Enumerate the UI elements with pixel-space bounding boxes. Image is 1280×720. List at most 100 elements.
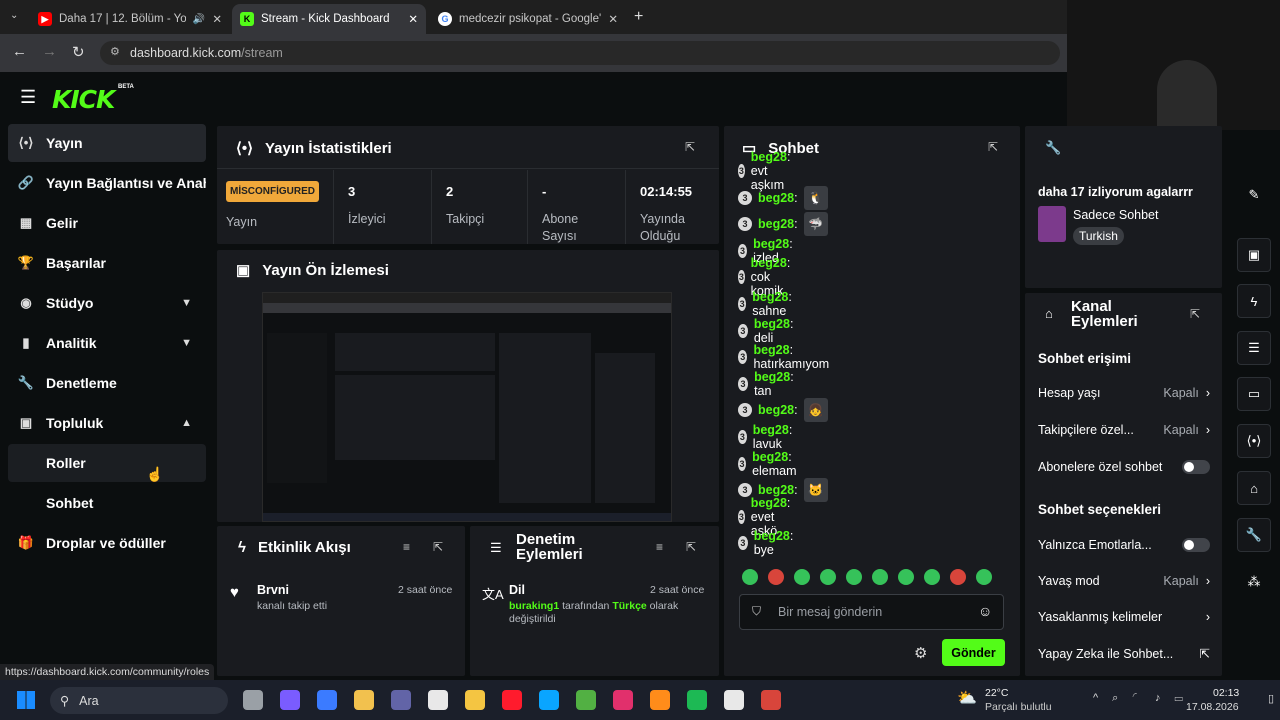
sidebar-subitem-sohbet[interactable]: Sohbet bbox=[8, 484, 206, 522]
new-tab-button[interactable]: + bbox=[634, 8, 643, 26]
preview-rail-button[interactable]: ▣ bbox=[1237, 238, 1271, 272]
chat-username[interactable]: beg28 bbox=[753, 423, 789, 437]
quick-emote-icon[interactable] bbox=[898, 569, 914, 585]
taskbar-app-icon[interactable] bbox=[539, 690, 559, 710]
popout-icon[interactable]: ⇱ bbox=[433, 540, 443, 554]
chat-username[interactable]: beg28 bbox=[754, 529, 790, 543]
filter-icon[interactable]: ≡ bbox=[656, 540, 663, 554]
setting-account-age[interactable]: Hesap yaşı Kapalı › bbox=[1038, 386, 1210, 400]
setting-banned-words[interactable]: Yasaklanmış kelimeler › bbox=[1038, 610, 1210, 624]
filter-icon[interactable]: ≡ bbox=[403, 540, 410, 554]
taskbar-app-icon[interactable] bbox=[354, 690, 374, 710]
send-button[interactable]: Gönder bbox=[942, 639, 1005, 666]
chat-username[interactable]: beg28 bbox=[752, 450, 788, 464]
taskbar-search[interactable]: ⚲ Ara bbox=[50, 687, 228, 714]
tab-google[interactable]: G medcezir psikopat - Google'da ✕ bbox=[430, 4, 626, 34]
taskbar-app-icon[interactable] bbox=[687, 690, 707, 710]
forward-icon[interactable]: → bbox=[42, 43, 57, 60]
quick-emote-icon[interactable] bbox=[820, 569, 836, 585]
sidebar-item-gelir[interactable]: ▦ Gelir bbox=[8, 204, 206, 242]
chat-username[interactable]: beg28 bbox=[758, 217, 794, 231]
quick-emote-icon[interactable] bbox=[976, 569, 992, 585]
sidebar-item-topluluk[interactable]: ▣ Topluluk ▲ bbox=[8, 404, 206, 442]
kick-logo[interactable]: KICK bbox=[52, 85, 115, 114]
taskbar-app-icon[interactable] bbox=[465, 690, 485, 710]
lightning-rail-button[interactable]: ϟ bbox=[1237, 284, 1271, 318]
sidebar-item-basarilar[interactable]: 🏆 Başarılar bbox=[8, 244, 206, 282]
quick-emote-icon[interactable] bbox=[742, 569, 758, 585]
taskbar-app-icon[interactable] bbox=[280, 690, 300, 710]
close-tab-icon[interactable]: ✕ bbox=[608, 12, 618, 26]
chat-username[interactable]: beg28 bbox=[754, 370, 790, 384]
chat-rail-button[interactable]: ▭ bbox=[1237, 377, 1271, 411]
address-bar[interactable]: ⚙ dashboard.kick.com/stream bbox=[100, 41, 1060, 65]
emote-only-toggle[interactable] bbox=[1182, 538, 1210, 552]
quick-emote-icon[interactable] bbox=[794, 569, 810, 585]
category-thumbnail[interactable] bbox=[1038, 206, 1066, 242]
popout-icon[interactable]: ⇱ bbox=[988, 140, 998, 154]
list-rail-button[interactable]: ☰ bbox=[1237, 331, 1271, 365]
menu-icon[interactable]: ☰ bbox=[20, 88, 36, 106]
stream-preview-video[interactable] bbox=[262, 292, 672, 522]
setting-ai-chat[interactable]: Yapay Zeka ile Sohbet... ⇱ bbox=[1038, 646, 1210, 662]
setting-slow-mode[interactable]: Yavaş mod Kapalı › bbox=[1038, 574, 1210, 588]
taskbar-app-icon[interactable] bbox=[502, 690, 522, 710]
notification-icon[interactable]: ▯ bbox=[1268, 692, 1274, 705]
chat-username[interactable]: beg28 bbox=[751, 256, 787, 270]
taskbar-app-icon[interactable] bbox=[613, 690, 633, 710]
sidebar-item-stream-link[interactable]: 🔗 Yayın Bağlantısı ve Anahtarı bbox=[8, 164, 206, 202]
popout-icon[interactable]: ⇱ bbox=[685, 140, 695, 154]
wrench-rail-button[interactable]: 🔧 bbox=[1237, 518, 1271, 552]
chat-username[interactable]: beg28 bbox=[751, 496, 787, 510]
sidebar-item-yayin[interactable]: ⟨•⟩ Yayın bbox=[8, 124, 206, 162]
popout-icon[interactable]: ⇱ bbox=[686, 540, 696, 554]
chat-username[interactable]: beg28 bbox=[758, 191, 794, 205]
taskbar-app-icon[interactable] bbox=[650, 690, 670, 710]
close-tab-icon[interactable]: ✕ bbox=[408, 12, 418, 26]
edit-icon[interactable]: ✎ bbox=[1237, 178, 1271, 212]
taskbar-app-icon[interactable] bbox=[317, 690, 337, 710]
back-icon[interactable]: ← bbox=[12, 43, 27, 60]
category-name[interactable]: Sadece Sohbet bbox=[1073, 208, 1159, 222]
quick-emote-icon[interactable] bbox=[872, 569, 888, 585]
quick-emote-icon[interactable] bbox=[846, 569, 862, 585]
gear-icon[interactable]: ⚙ bbox=[914, 644, 927, 662]
chat-username[interactable]: beg28 bbox=[752, 290, 788, 304]
taskbar-app-icon[interactable] bbox=[576, 690, 596, 710]
close-tab-icon[interactable]: ✕ bbox=[212, 12, 222, 26]
broadcast-rail-button[interactable]: ⟨•⟩ bbox=[1237, 424, 1271, 458]
site-info-icon[interactable]: ⚙ bbox=[110, 45, 120, 58]
sidebar-item-analitik[interactable]: ▮ Analitik ▼ bbox=[8, 324, 206, 362]
popout-icon[interactable]: ⇱ bbox=[1190, 307, 1200, 321]
store-rail-button[interactable]: ⌂ bbox=[1237, 471, 1271, 505]
chat-username[interactable]: beg28 bbox=[754, 317, 790, 331]
sidebar-item-droplar[interactable]: 🎁 Droplar ve ödüller bbox=[8, 524, 206, 562]
taskbar-app-icon[interactable] bbox=[243, 690, 263, 710]
chat-username[interactable]: beg28 bbox=[753, 237, 789, 251]
chat-username[interactable]: beg28 bbox=[753, 343, 789, 357]
tab-list-chevron-icon[interactable]: ⌄ bbox=[10, 10, 18, 21]
taskbar-app-icon[interactable] bbox=[428, 690, 448, 710]
system-tray-icons[interactable]: ^⌕◜♪▭ bbox=[1093, 692, 1197, 705]
quick-emote-icon[interactable] bbox=[950, 569, 966, 585]
taskbar-app-icon[interactable] bbox=[761, 690, 781, 710]
tab-kick-dashboard[interactable]: K Stream - Kick Dashboard ✕ bbox=[232, 4, 426, 34]
chat-username[interactable]: beg28 bbox=[758, 403, 794, 417]
windows-start-icon[interactable] bbox=[17, 691, 35, 709]
subscribers-only-toggle[interactable] bbox=[1182, 460, 1210, 474]
setting-followers-only[interactable]: Takipçilere özel... Kapalı › bbox=[1038, 423, 1210, 437]
chat-username[interactable]: beg28 bbox=[751, 150, 787, 164]
sidebar-subitem-roller[interactable]: Roller bbox=[8, 444, 206, 482]
stream-tag[interactable]: Turkish bbox=[1073, 227, 1124, 245]
tab-youtube[interactable]: ▶ Daha 17 | 12. Bölüm - YouTu 🔊 ✕ bbox=[30, 4, 230, 34]
sidebar-item-denetleme[interactable]: 🔧 Denetleme bbox=[8, 364, 206, 402]
emoji-picker-icon[interactable]: ☺ bbox=[978, 603, 992, 619]
reload-icon[interactable]: ↻ bbox=[72, 43, 85, 61]
chat-input[interactable]: ⛉ Bir mesaj gönderin ☺ bbox=[739, 594, 1004, 630]
sidebar-item-studyo[interactable]: ◉ Stüdyo ▼ bbox=[8, 284, 206, 322]
quick-emote-icon[interactable] bbox=[924, 569, 940, 585]
quick-emote-icon[interactable] bbox=[768, 569, 784, 585]
taskbar-app-icon[interactable] bbox=[724, 690, 744, 710]
widgets-icon[interactable]: ⁂ bbox=[1237, 565, 1271, 599]
taskbar-app-icon[interactable] bbox=[391, 690, 411, 710]
